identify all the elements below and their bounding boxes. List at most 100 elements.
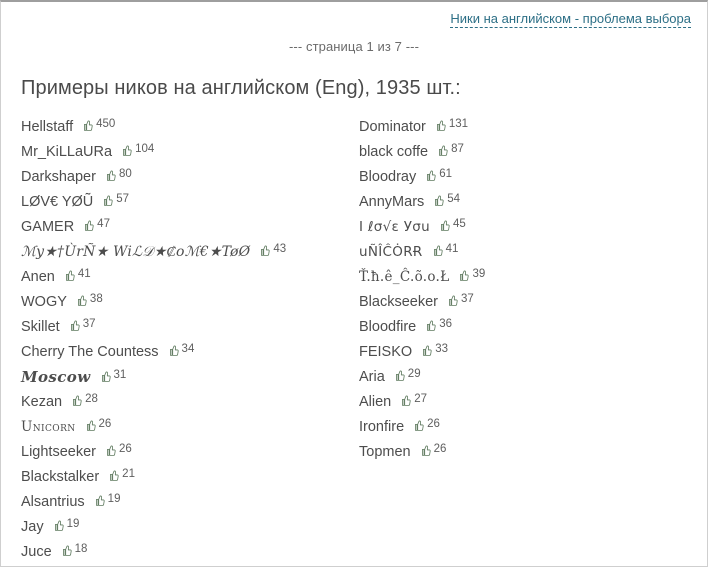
thumbs-up-icon [431, 244, 444, 257]
nickname-row: ℳy★†ÙrÑ★ Wiℒ𝒟★₡oℳ€★TøØ 43 [21, 243, 351, 268]
nickname-row: Anen 41 [21, 268, 351, 293]
like-count: 36 [439, 318, 453, 330]
like-group: 27 [399, 393, 427, 406]
thumbs-up-icon [432, 194, 445, 207]
nickname-row: Darkshaper 80 [21, 168, 351, 193]
nickname-text: Unicorn [21, 419, 76, 435]
thumbs-up-icon [399, 394, 412, 407]
like-group: 131 [434, 118, 468, 131]
nickname-row: Hellstaff 450 [21, 118, 351, 143]
nickname-row: I ℓσ√ε Уσu 45 [359, 218, 699, 243]
nickname-row: Kezan 28 [21, 393, 351, 418]
nickname-row: Alsantrius 19 [21, 493, 351, 518]
like-count: 45 [452, 218, 466, 230]
nickname-row: FEISKO 33 [359, 343, 699, 368]
thumbs-up-icon [84, 419, 97, 432]
nickname-text: Darkshaper [21, 169, 96, 185]
like-group: 61 [424, 168, 452, 181]
like-count: 37 [460, 293, 474, 305]
page-title: Примеры ников на английском (Eng), 1935 … [21, 77, 461, 99]
nickname-row: Alien 27 [359, 393, 699, 418]
thumbs-up-icon [52, 519, 65, 532]
thumbs-up-icon [82, 219, 95, 232]
nickname-text: Juce [21, 544, 52, 560]
like-count: 26 [427, 418, 440, 430]
nickname-text: GAMER [21, 219, 75, 235]
nickname-text: Aria [359, 369, 385, 385]
like-count: 26 [118, 443, 132, 455]
like-count: 26 [98, 418, 112, 430]
nickname-row: Aria 29 [359, 368, 699, 393]
nickname-row: Juce 18 [21, 543, 351, 568]
nickname-text: Ironfire [359, 419, 405, 435]
like-count: 19 [107, 493, 121, 505]
thumbs-up-icon [436, 144, 449, 157]
like-count: 43 [273, 243, 287, 255]
like-group: 38 [75, 293, 103, 306]
nickname-row: LØV€ YØŨ 57 [21, 193, 351, 218]
like-group: 41 [431, 243, 459, 257]
like-count: 34 [181, 343, 195, 355]
like-group: 19 [93, 493, 121, 506]
page-counter: --- страница 1 из 7 --- [288, 39, 420, 54]
like-count: 33 [435, 343, 448, 355]
nickname-text: Anen [21, 269, 55, 285]
thumbs-up-icon [104, 444, 117, 457]
like-group: 28 [70, 393, 98, 406]
nickname-row: Topmen 26 [359, 443, 699, 468]
nickname-text: Moscow [21, 368, 91, 386]
thumbs-up-icon [167, 344, 180, 357]
nickname-text: WOGY [21, 294, 67, 310]
nickname-row: Ironfire 26 [359, 418, 699, 443]
like-count: 21 [122, 468, 135, 480]
nickname-column-left: Hellstaff 450 Mr_KiLLaURa 104 Darkshaper 80 LØ… [15, 118, 351, 568]
thumbs-up-icon [107, 469, 120, 482]
nickname-text: Dominator [359, 119, 426, 135]
nickname-row: AnnyMars 54 [359, 193, 699, 218]
thumbs-up-icon [446, 294, 459, 307]
nickname-row: black coffe 87 [359, 143, 699, 168]
like-group: 39 [457, 268, 485, 281]
thumbs-up-icon [99, 370, 112, 383]
nickname-row: Blackseeker 37 [359, 293, 699, 318]
nickname-row: Blackstalker 21 [21, 468, 351, 493]
nickname-text: Bloodray [359, 169, 417, 185]
nickname-text: Skillet [21, 319, 60, 335]
nickname-text: Topmen [359, 444, 411, 460]
related-article-link[interactable]: Ники на английском - проблема выбора [450, 11, 691, 28]
thumbs-up-icon [81, 119, 94, 132]
nickname-text: Alien [359, 394, 392, 410]
like-group: 33 [420, 343, 448, 356]
like-count: 131 [448, 118, 469, 130]
like-count: 26 [433, 443, 447, 455]
like-count: 450 [96, 118, 116, 130]
like-count: 80 [118, 168, 132, 180]
nickname-text: Jay [21, 519, 44, 535]
nickname-row: Ť.ħ.ê_Ĉ.õ.o.Ł 39 [359, 268, 699, 293]
nickname-text: Cherry The Countess [21, 344, 159, 360]
nickname-row: Dominator 131 [359, 118, 699, 143]
like-group: 80 [104, 168, 132, 181]
like-count: 19 [66, 518, 80, 530]
nickname-text: I ℓσ√ε Уσu [359, 219, 430, 235]
like-group: 37 [446, 293, 474, 306]
nickname-text: FEISKO [359, 344, 413, 360]
like-group: 34 [167, 343, 195, 357]
thumbs-up-icon [434, 119, 447, 132]
nickname-text: Ť.ħ.ê_Ĉ.õ.o.Ł [359, 269, 450, 285]
like-count: 18 [74, 543, 88, 555]
like-group: 31 [99, 369, 126, 383]
like-count: 57 [116, 193, 130, 205]
nickname-text: AnnyMars [359, 194, 425, 210]
nickname-row: WOGY 38 [21, 293, 351, 318]
nickname-column-right: Dominator 131 black coffe 87 Bloodray 61 AnnyM… [351, 118, 699, 568]
like-count: 47 [97, 218, 110, 230]
page-container: Ники на английском - проблема выбора ---… [0, 0, 708, 567]
like-group: 26 [104, 443, 132, 456]
nickname-text: Bloodfire [359, 319, 417, 335]
nickname-row: Mr_KiLLaURa 104 [21, 143, 351, 168]
like-count: 41 [445, 243, 459, 255]
like-count: 104 [135, 143, 155, 155]
thumbs-up-icon [258, 244, 271, 257]
nickname-text: Alsantrius [21, 494, 85, 510]
